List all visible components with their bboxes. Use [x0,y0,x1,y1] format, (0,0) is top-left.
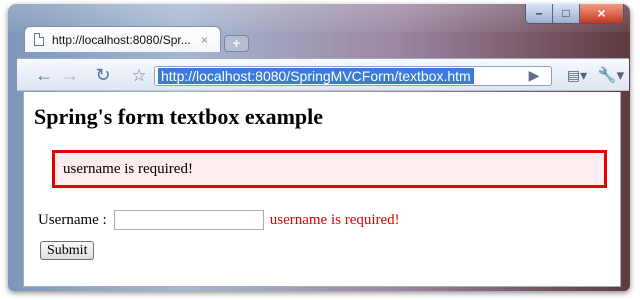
username-row: Username : username is required! [38,210,400,230]
forward-icon[interactable]: → [59,64,81,86]
address-text[interactable]: http://localhost:8080/SpringMVCForm/text… [158,68,474,84]
minimize-button[interactable]: – [526,4,553,23]
maximize-button[interactable]: □ [553,4,580,23]
tab-close-icon[interactable]: × [201,34,208,46]
submit-button[interactable]: Submit [40,241,95,260]
back-icon[interactable]: ← [33,64,55,86]
username-input[interactable] [113,210,264,230]
close-button[interactable]: × [580,4,623,23]
browser-tab[interactable]: http://localhost:8080/Spr... × [24,26,221,52]
browser-toolbar: ← → ↻ ☆ http://localhost:8080/SpringMVCF… [17,58,629,91]
page-menu-icon[interactable]: ▤▾ [563,64,591,86]
page-title: Spring's form textbox example [34,104,324,129]
window-controls: – □ × [525,4,624,24]
error-summary-box: username is required! [52,150,607,188]
star-icon[interactable]: ☆ [128,64,150,86]
address-bar[interactable]: http://localhost:8080/SpringMVCForm/text… [154,66,552,86]
username-error: username is required! [269,211,400,228]
page-icon [34,33,44,46]
wrench-icon[interactable]: 🔧▾ [597,64,625,86]
browser-window: – □ × http://localhost:8080/Spr... × + ←… [8,4,630,291]
reload-icon[interactable]: ↻ [92,64,114,86]
username-label: Username : [38,211,107,228]
page-content: Spring's form textbox example username i… [23,92,621,287]
tab-title: http://localhost:8080/Spr... [52,32,191,47]
error-summary-text: username is required! [63,161,193,177]
go-icon[interactable]: ▶ [523,64,545,86]
new-tab-button[interactable]: + [224,35,249,52]
